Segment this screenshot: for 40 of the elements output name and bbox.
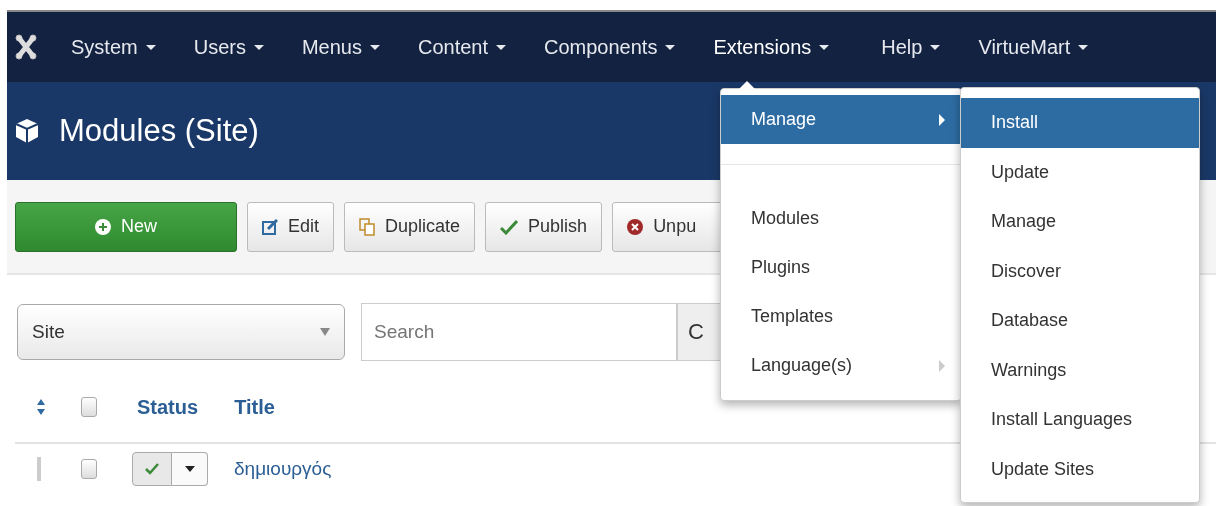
nav-menu-item[interactable]: Menus <box>301 35 380 59</box>
submenu-item[interactable]: Discover <box>961 246 1199 296</box>
submenu-item[interactable]: Install Languages <box>961 395 1199 445</box>
module-title-link[interactable]: δημιουργός <box>234 458 332 480</box>
toolbar-button[interactable]: Publish <box>485 201 603 252</box>
nav-menu-item[interactable]: VirtueMart <box>978 35 1089 59</box>
toolbar-button[interactable]: Edit <box>247 201 335 252</box>
cross-circle-icon <box>627 218 644 235</box>
submenu-item[interactable]: Update Sites <box>961 444 1199 494</box>
nav-menu-item[interactable]: Components <box>544 35 676 59</box>
search-field[interactable]: Search <box>362 304 676 360</box>
edit-icon <box>262 218 278 235</box>
nav-menu-item[interactable]: Extensions <box>713 35 830 59</box>
sort-icon[interactable] <box>37 399 45 415</box>
nav-menu-item[interactable]: Help <box>881 35 941 59</box>
status-toggle[interactable] <box>132 452 172 486</box>
column-header[interactable]: Title <box>234 395 275 419</box>
submenu-item[interactable]: Update <box>961 147 1199 197</box>
column-header[interactable]: Status <box>137 395 199 419</box>
select-all-checkbox[interactable] <box>81 397 97 417</box>
client-select[interactable]: Site <box>17 304 345 360</box>
drag-handle-icon[interactable] <box>37 457 41 481</box>
submenu-item[interactable]: Warnings <box>961 345 1199 395</box>
page-title: Modules (Site) <box>59 113 259 149</box>
status-dropdown-button[interactable] <box>172 452 208 486</box>
nav-menu-item[interactable]: Users <box>193 35 264 59</box>
check-icon <box>500 218 519 235</box>
plus-circle-icon <box>95 218 111 235</box>
copy-icon <box>359 217 376 236</box>
dropdown-menu-item[interactable]: Manage <box>721 95 961 144</box>
new-button[interactable]: New <box>15 201 237 252</box>
toolbar-button[interactable]: Duplicate <box>344 201 476 252</box>
logo-icon <box>15 34 37 60</box>
nav-menu-item[interactable]: System <box>71 35 156 59</box>
cube-icon <box>15 118 39 144</box>
nav-menu-item[interactable]: Content <box>417 35 506 59</box>
row-checkbox[interactable] <box>81 459 97 479</box>
submenu-item[interactable]: Install <box>961 98 1199 148</box>
submenu-item[interactable]: Manage <box>961 197 1199 247</box>
submenu-item[interactable]: Database <box>961 296 1199 346</box>
